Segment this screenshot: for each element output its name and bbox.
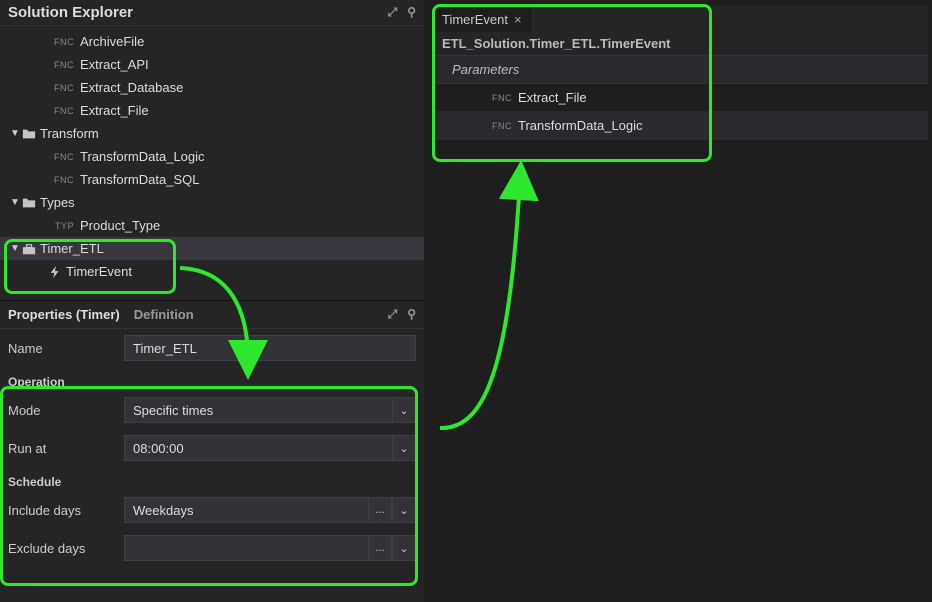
tree-folder-transform[interactable]: ▼ Transform	[0, 122, 424, 145]
fnc-badge: FNC	[486, 121, 512, 131]
tree-timerevent[interactable]: TimerEvent	[0, 260, 424, 283]
tree-item[interactable]: FNC Extract_Database	[0, 76, 424, 99]
editor-tabbar: TimerEvent ×	[432, 6, 928, 32]
editor-tab-timerevent[interactable]: TimerEvent ×	[432, 6, 533, 32]
prop-include-row: Include days Weekdays ... ⌄	[0, 491, 424, 529]
close-icon[interactable]: ×	[514, 12, 522, 27]
chevron-down-icon[interactable]: ▼	[8, 197, 22, 208]
bolt-icon	[48, 265, 62, 279]
explorer-title: Solution Explorer	[8, 4, 133, 21]
folder-icon	[22, 196, 36, 210]
prop-exclude-label: Exclude days	[8, 541, 116, 556]
include-input[interactable]: Weekdays	[124, 497, 368, 523]
tree-item[interactable]: TYP Product_Type	[0, 214, 424, 237]
solution-explorer-panel: Solution Explorer ⤢ ⚲ FNC ArchiveFile FN…	[0, 0, 424, 300]
fnc-badge: FNC	[486, 93, 512, 103]
editor-tab-label: TimerEvent	[442, 12, 508, 27]
tab-properties[interactable]: Properties (Timer)	[8, 307, 120, 322]
fnc-badge: FNC	[48, 106, 74, 116]
typ-badge: TYP	[48, 221, 74, 231]
prop-mode-row: Mode Specific times ⌄	[0, 391, 424, 429]
explorer-header: Solution Explorer ⤢ ⚲	[0, 0, 424, 26]
tree-item[interactable]: FNC TransformData_Logic	[0, 145, 424, 168]
include-dropdown-button[interactable]: ⌄	[392, 497, 416, 523]
runat-dropdown-button[interactable]: ⌄	[392, 435, 416, 461]
param-row[interactable]: FNC TransformData_Logic	[432, 112, 928, 140]
mode-select[interactable]: Specific times	[124, 397, 392, 423]
fnc-badge: FNC	[48, 175, 74, 185]
folder-icon	[22, 127, 36, 141]
prop-name-label: Name	[8, 341, 116, 356]
tree-item[interactable]: FNC ArchiveFile	[0, 30, 424, 53]
pin-icon[interactable]: ⚲	[407, 307, 416, 322]
tree-item[interactable]: FNC Extract_File	[0, 99, 424, 122]
prop-name-row: Name Timer_ETL	[0, 329, 424, 367]
schedule-section: Schedule	[0, 467, 424, 491]
tab-definition[interactable]: Definition	[134, 307, 194, 322]
properties-tabs: Properties (Timer) Definition ⤢ ⚲	[0, 301, 424, 329]
explorer-tree: FNC ArchiveFile FNC Extract_API FNC Extr…	[0, 26, 424, 287]
fnc-badge: FNC	[48, 60, 74, 70]
tree-folder-types[interactable]: ▼ Types	[0, 191, 424, 214]
param-row[interactable]: FNC Extract_File	[432, 84, 928, 112]
exclude-input[interactable]	[124, 535, 368, 561]
operation-section: Operation	[0, 367, 424, 391]
chevron-down-icon[interactable]: ▼	[8, 243, 22, 254]
exclude-dropdown-button[interactable]: ⌄	[392, 535, 416, 561]
pin-icon[interactable]: ⚲	[407, 5, 416, 20]
name-input[interactable]: Timer_ETL	[124, 335, 416, 361]
fnc-badge: FNC	[48, 152, 74, 162]
editor-panel: TimerEvent × ETL_Solution.Timer_ETL.Time…	[432, 6, 928, 596]
maximize-icon[interactable]: ⤢	[388, 307, 398, 322]
runat-input[interactable]: 08:00:00	[124, 435, 392, 461]
properties-panel: Properties (Timer) Definition ⤢ ⚲ Name T…	[0, 300, 424, 602]
prop-include-label: Include days	[8, 503, 116, 518]
prop-mode-label: Mode	[8, 403, 116, 418]
toolbox-icon	[22, 242, 36, 256]
tree-item[interactable]: FNC Extract_API	[0, 53, 424, 76]
tree-item[interactable]: FNC TransformData_SQL	[0, 168, 424, 191]
maximize-icon[interactable]: ⤢	[388, 5, 398, 20]
exclude-browse-button[interactable]: ...	[368, 535, 392, 561]
chevron-down-icon[interactable]: ▼	[8, 128, 22, 139]
prop-exclude-row: Exclude days ... ⌄	[0, 529, 424, 567]
prop-runat-row: Run at 08:00:00 ⌄	[0, 429, 424, 467]
parameters-section[interactable]: Parameters	[432, 56, 928, 84]
include-browse-button[interactable]: ...	[368, 497, 392, 523]
breadcrumb[interactable]: ETL_Solution.Timer_ETL.TimerEvent	[432, 32, 928, 56]
prop-runat-label: Run at	[8, 441, 116, 456]
fnc-badge: FNC	[48, 83, 74, 93]
fnc-badge: FNC	[48, 37, 74, 47]
mode-dropdown-button[interactable]: ⌄	[392, 397, 416, 423]
tree-timer-etl[interactable]: ▼ Timer_ETL	[0, 237, 424, 260]
